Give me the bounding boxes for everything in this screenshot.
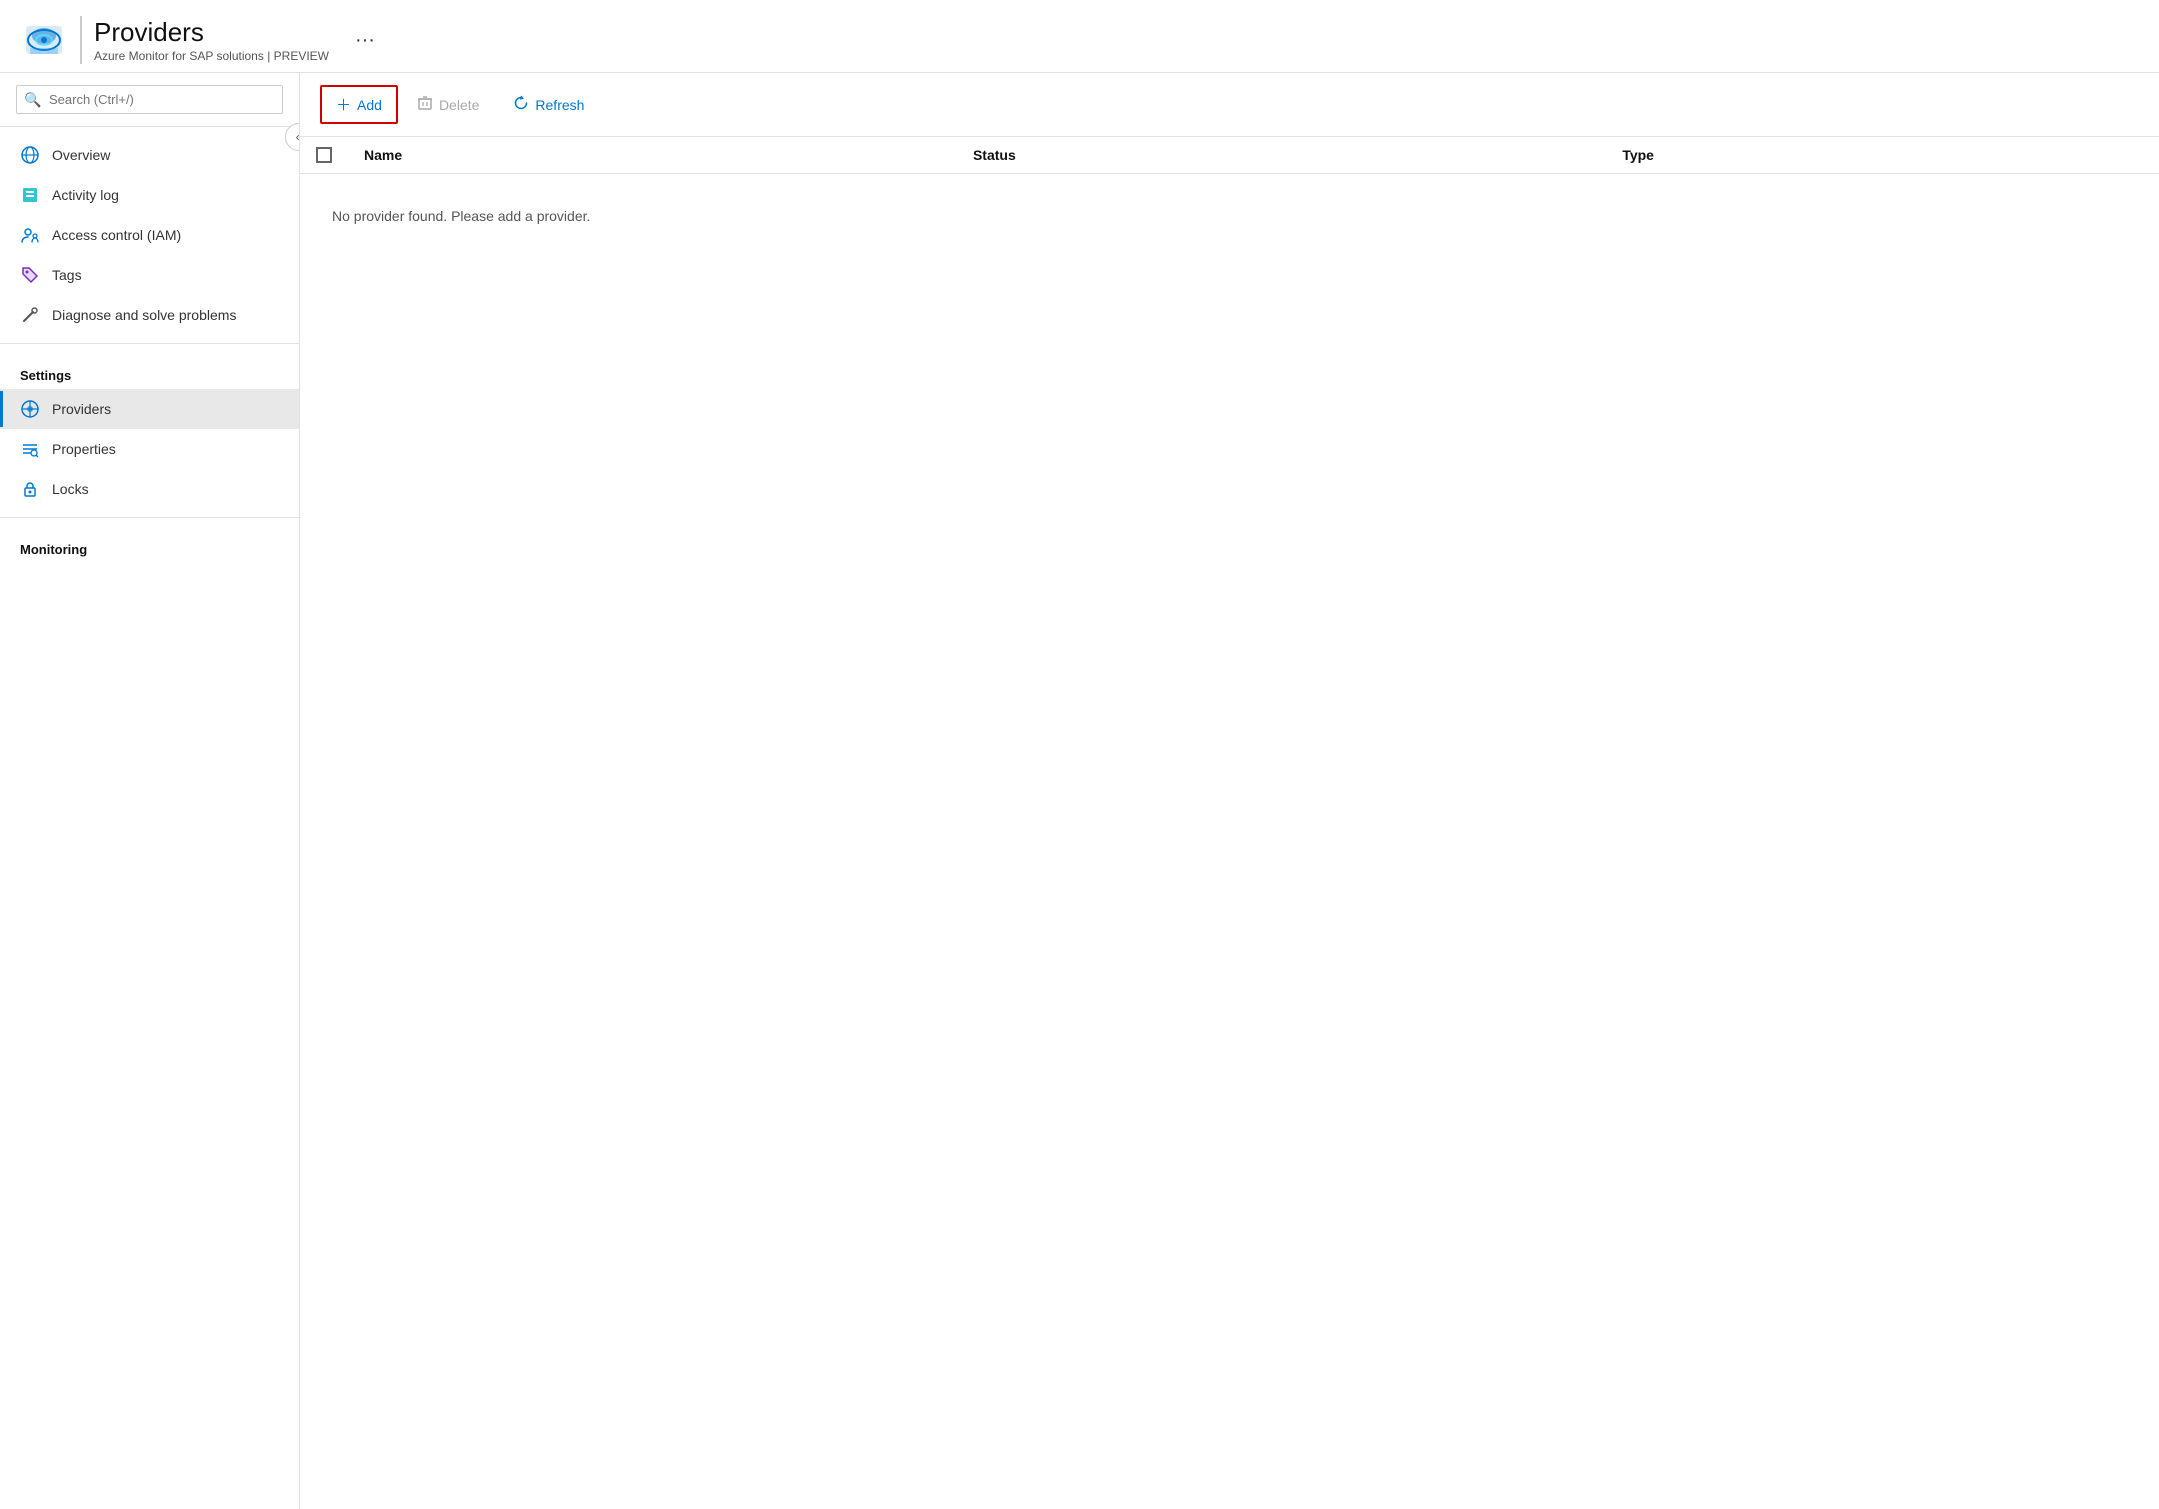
empty-state-message: No provider found. Please add a provider… — [316, 184, 2143, 248]
sidebar-item-diagnose[interactable]: Diagnose and solve problems — [0, 295, 299, 335]
diagnose-icon — [20, 305, 40, 325]
sidebar-section-monitoring: Monitoring — [0, 526, 299, 563]
providers-table: Name Status Type No provider found. Plea… — [300, 137, 2159, 258]
table-header-type: Type — [1606, 137, 2159, 174]
sidebar-item-providers-label: Providers — [52, 401, 111, 417]
refresh-button-label: Refresh — [535, 97, 584, 113]
add-icon: ＋ — [336, 94, 351, 115]
activity-log-icon — [20, 185, 40, 205]
sidebar-item-overview[interactable]: Overview — [0, 135, 299, 175]
page-subtitle: Azure Monitor for SAP solutions | PREVIE… — [94, 49, 329, 63]
table-header-name: Name — [348, 137, 957, 174]
delete-button-label: Delete — [439, 97, 479, 113]
page-title: Providers — [94, 17, 329, 48]
select-all-checkbox[interactable] — [316, 147, 332, 163]
sidebar-item-overview-label: Overview — [52, 147, 110, 163]
sidebar-item-access-control-label: Access control (IAM) — [52, 227, 181, 243]
sidebar-item-providers[interactable]: Providers — [0, 389, 299, 429]
sidebar-item-properties-label: Properties — [52, 441, 116, 457]
sidebar-item-locks[interactable]: Locks — [0, 469, 299, 509]
tags-icon — [20, 265, 40, 285]
sidebar-item-tags-label: Tags — [52, 267, 82, 283]
content-area: ＋ Add Delete — [300, 73, 2159, 1509]
sidebar-item-tags[interactable]: Tags — [0, 255, 299, 295]
sidebar-item-activity-log[interactable]: Activity log — [0, 175, 299, 215]
sidebar-item-locks-label: Locks — [52, 481, 89, 497]
app-logo — [20, 16, 68, 64]
sidebar: 🔍 Overview — [0, 73, 300, 1509]
toolbar: ＋ Add Delete — [300, 73, 2159, 137]
sidebar-divider-2 — [0, 517, 299, 518]
sidebar-item-activity-log-label: Activity log — [52, 187, 119, 203]
access-control-icon — [20, 225, 40, 245]
properties-icon — [20, 439, 40, 459]
header: Providers Azure Monitor for SAP solution… — [0, 0, 2159, 73]
delete-button[interactable]: Delete — [402, 87, 494, 123]
header-divider — [80, 16, 82, 64]
delete-icon — [417, 95, 433, 115]
sidebar-item-access-control[interactable]: Access control (IAM) — [0, 215, 299, 255]
sidebar-item-properties[interactable]: Properties — [0, 429, 299, 469]
table-header-checkbox — [300, 137, 348, 174]
overview-icon — [20, 145, 40, 165]
search-icon: 🔍 — [24, 91, 41, 108]
locks-icon — [20, 479, 40, 499]
header-title-block: Providers Azure Monitor for SAP solution… — [94, 17, 329, 62]
sidebar-search-container: 🔍 — [0, 73, 299, 127]
more-options-button[interactable]: ··· — [349, 27, 381, 54]
sidebar-section-settings: Settings — [0, 352, 299, 389]
providers-table-container: Name Status Type No provider found. Plea… — [300, 137, 2159, 1509]
providers-icon — [20, 399, 40, 419]
search-input[interactable] — [16, 85, 283, 114]
table-header-status: Status — [957, 137, 1606, 174]
sidebar-divider-1 — [0, 343, 299, 344]
sidebar-item-diagnose-label: Diagnose and solve problems — [52, 307, 236, 323]
refresh-button[interactable]: Refresh — [498, 87, 599, 123]
add-button-label: Add — [357, 97, 382, 113]
main-layout: 🔍 Overview — [0, 73, 2159, 1509]
refresh-icon — [513, 95, 529, 115]
add-button[interactable]: ＋ Add — [320, 85, 398, 124]
sidebar-nav: Overview Activity log — [0, 127, 299, 1509]
